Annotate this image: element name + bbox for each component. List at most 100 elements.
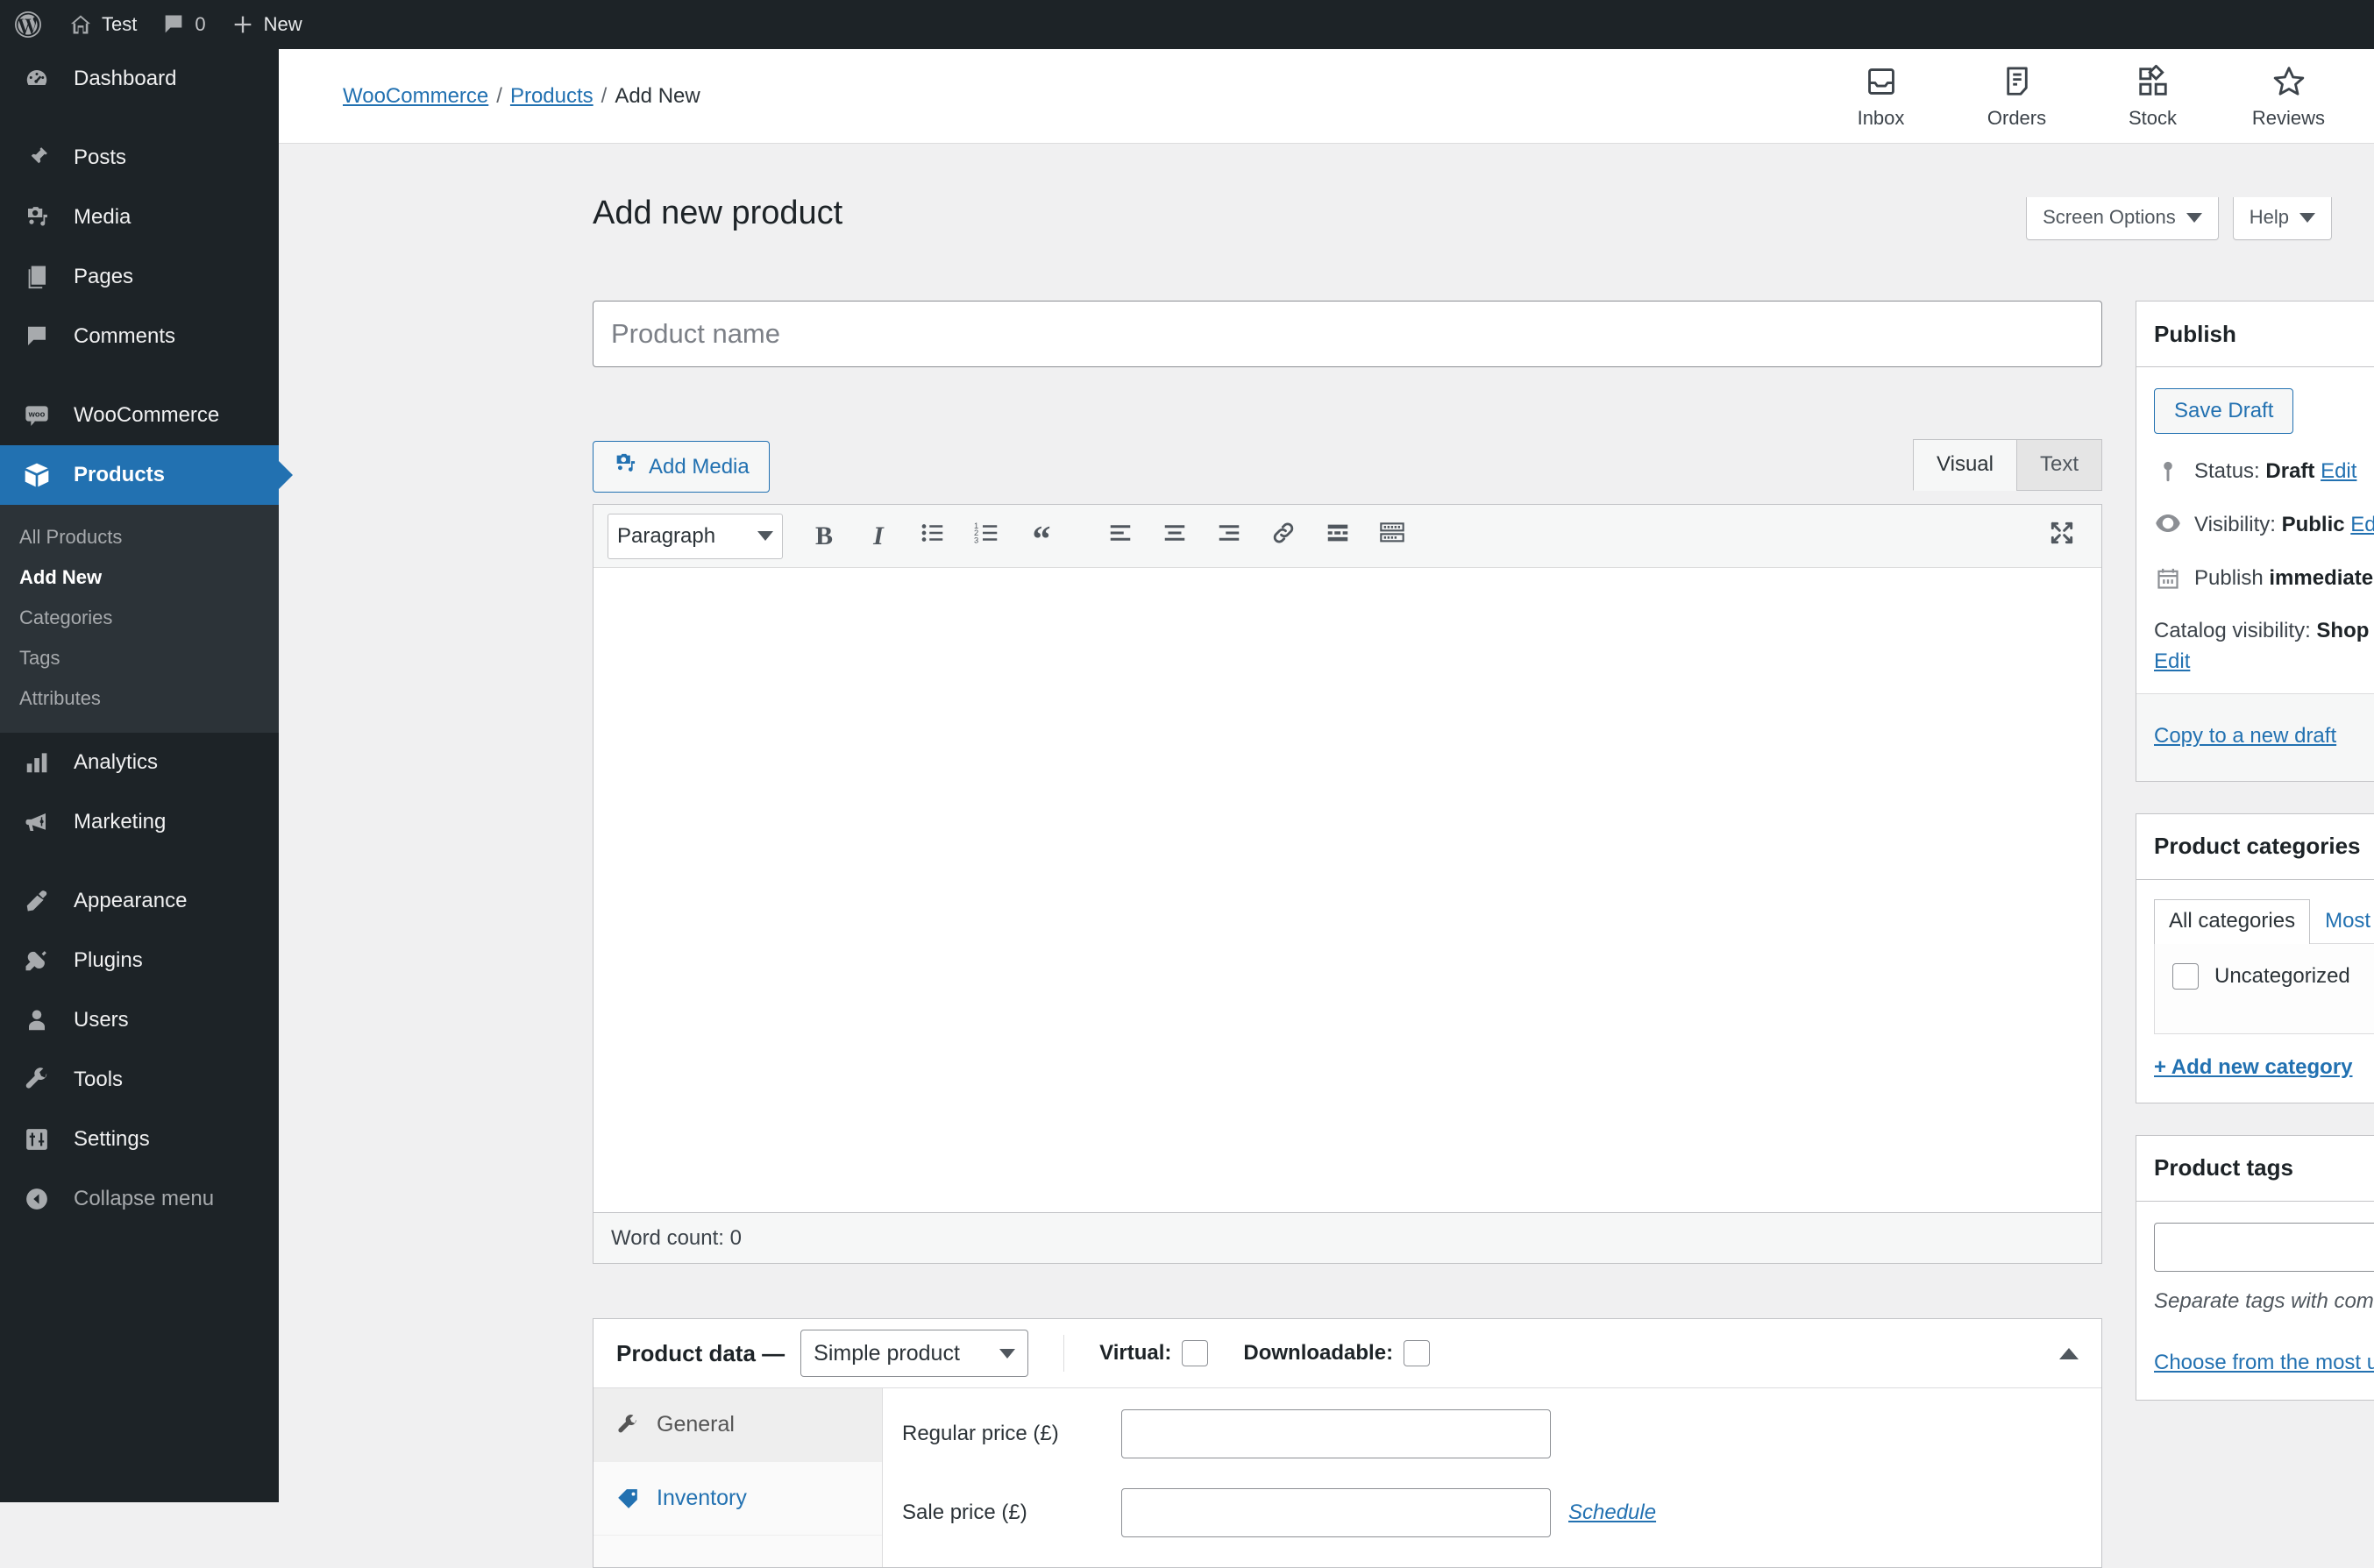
read-more-icon: [1325, 520, 1351, 553]
virtual-checkbox-row[interactable]: Virtual:: [1099, 1340, 1209, 1366]
sidebar-subitem-all-products[interactable]: All Products: [0, 517, 279, 557]
downloadable-label: Downloadable:: [1243, 1341, 1394, 1365]
star-outline-icon: [2271, 62, 2306, 101]
choose-most-used-tags-link[interactable]: Choose from the most used tags: [2136, 1314, 2374, 1400]
tab-visual[interactable]: Visual: [1913, 439, 2017, 491]
bulleted-list-icon: [920, 520, 946, 553]
comments-menu[interactable]: 0: [149, 0, 217, 49]
sidebar-item-posts[interactable]: Posts: [0, 128, 279, 188]
nav-item-reviews[interactable]: Reviews: [2221, 62, 2356, 130]
word-count-status: Word count: 0: [594, 1212, 2101, 1263]
insert-link-button[interactable]: [1258, 511, 1309, 562]
add-media-button[interactable]: Add Media: [593, 441, 770, 493]
submenu-label: Tags: [19, 647, 60, 669]
catalog-visibility-edit-link[interactable]: Edit: [2154, 649, 2190, 673]
new-content-menu[interactable]: New: [218, 0, 315, 49]
blockquote-icon: “: [1032, 519, 1051, 560]
tag-hint-text: Separate tags with commas: [2154, 1288, 2374, 1313]
downloadable-checkbox[interactable]: [1404, 1340, 1431, 1366]
align-center-button[interactable]: [1149, 511, 1200, 562]
fullscreen-button[interactable]: [2036, 511, 2087, 562]
product-name-input[interactable]: [593, 301, 2102, 367]
sidebar-item-label: Products: [74, 463, 166, 486]
tab-general[interactable]: General: [594, 1388, 882, 1462]
chevron-down-icon: [2186, 212, 2202, 223]
italic-icon: I: [873, 521, 884, 550]
bold-button[interactable]: B: [799, 511, 849, 562]
screen-options-button[interactable]: Screen Options: [2026, 197, 2219, 240]
home-icon: [68, 12, 93, 37]
plus-icon: [231, 12, 255, 37]
sidebar-subitem-categories[interactable]: Categories: [0, 598, 279, 638]
category-checklist: Uncategorized: [2154, 942, 2374, 1034]
paragraph-format-select[interactable]: Paragraph: [608, 513, 783, 559]
downloadable-checkbox-row[interactable]: Downloadable:: [1243, 1340, 1431, 1366]
numbered-list-button[interactable]: 123: [962, 511, 1013, 562]
sidebar-item-tools[interactable]: Tools: [0, 1050, 279, 1110]
status-label: Status:: [2194, 459, 2260, 483]
site-name-menu[interactable]: Test: [56, 0, 149, 49]
wp-logo-menu[interactable]: [0, 0, 56, 49]
sidebar-item-label: Tools: [74, 1068, 124, 1091]
tab-inventory[interactable]: Inventory: [594, 1462, 882, 1536]
breadcrumb-link-products[interactable]: Products: [510, 84, 594, 109]
sidebar-item-media[interactable]: Media: [0, 188, 279, 247]
blockquote-button[interactable]: “: [1016, 511, 1067, 562]
sidebar-item-marketing[interactable]: Marketing: [0, 792, 279, 852]
schedule-row: Publish immediately Edit: [2154, 564, 2374, 594]
sidebar-item-comments[interactable]: Comments: [0, 307, 279, 366]
tag-input[interactable]: [2154, 1222, 2374, 1272]
category-checkbox[interactable]: [2172, 962, 2199, 990]
sidebar-item-settings[interactable]: Settings: [0, 1110, 279, 1169]
align-right-icon: [1216, 520, 1242, 553]
save-draft-button[interactable]: Save Draft: [2154, 388, 2294, 434]
nav-item-inbox[interactable]: Inbox: [1813, 62, 1949, 130]
toolbar-toggle-button[interactable]: [1367, 511, 1418, 562]
product-type-select[interactable]: Simple product: [800, 1330, 1029, 1377]
add-new-category-link[interactable]: + Add new category: [2136, 1034, 2374, 1103]
read-more-button[interactable]: [1312, 511, 1363, 562]
sidebar-item-pages[interactable]: Pages: [0, 247, 279, 307]
side-column: Publish Save Draft Preview Status: Draft…: [2136, 301, 2374, 1432]
regular-price-input[interactable]: [1121, 1409, 1551, 1458]
tab-most-used[interactable]: Most Used: [2310, 899, 2374, 944]
woo-logo-icon: woo: [19, 398, 54, 433]
sidebar-subitem-add-new[interactable]: Add New: [0, 557, 279, 598]
sidebar-item-analytics[interactable]: Analytics: [0, 733, 279, 792]
collapse-menu-button[interactable]: Collapse menu: [0, 1169, 279, 1229]
sidebar-item-dashboard[interactable]: Dashboard: [0, 49, 279, 109]
fullscreen-expand-icon: [2048, 519, 2076, 554]
copy-to-new-draft-link[interactable]: Copy to a new draft: [2154, 724, 2336, 749]
align-left-button[interactable]: [1095, 511, 1146, 562]
product-tags-metabox: Product tags Add Separate tags with comm…: [2136, 1134, 2374, 1401]
sidebar-item-woocommerce[interactable]: woo WooCommerce: [0, 386, 279, 445]
tab-all-categories[interactable]: All categories: [2154, 898, 2311, 944]
sidebar-item-products[interactable]: Products: [0, 445, 279, 505]
bulleted-list-button[interactable]: [907, 511, 958, 562]
comment-bubble-icon: [19, 319, 54, 354]
virtual-checkbox[interactable]: [1182, 1340, 1209, 1366]
help-button[interactable]: Help: [2232, 197, 2332, 240]
italic-button[interactable]: I: [853, 511, 904, 562]
breadcrumb-link-woocommerce[interactable]: WooCommerce: [343, 84, 488, 109]
align-right-button[interactable]: [1204, 511, 1255, 562]
chevron-up-icon[interactable]: [2059, 1347, 2079, 1359]
sidebar-subitem-attributes[interactable]: Attributes: [0, 678, 279, 719]
publish-metabox-title: Publish: [2154, 320, 2236, 347]
sidebar-item-plugins[interactable]: Plugins: [0, 931, 279, 990]
status-edit-link[interactable]: Edit: [2321, 459, 2356, 483]
nav-item-stock[interactable]: Stock: [2085, 62, 2221, 130]
editor-content-area[interactable]: [594, 568, 2101, 1212]
sidebar-item-appearance[interactable]: Appearance: [0, 871, 279, 931]
sidebar-item-users[interactable]: Users: [0, 990, 279, 1050]
pin-marker-icon: [2154, 457, 2182, 486]
nav-item-orders[interactable]: Orders: [1949, 62, 2085, 130]
schedule-sale-link[interactable]: Schedule: [1568, 1501, 1656, 1525]
visibility-edit-link[interactable]: Edit: [2350, 513, 2374, 536]
sale-price-input[interactable]: [1121, 1488, 1551, 1537]
paintbrush-icon: [19, 883, 54, 919]
user-icon: [19, 1003, 54, 1038]
tab-text[interactable]: Text: [2015, 439, 2102, 491]
category-item-uncategorized[interactable]: Uncategorized: [2172, 962, 2374, 990]
sidebar-subitem-tags[interactable]: Tags: [0, 638, 279, 678]
